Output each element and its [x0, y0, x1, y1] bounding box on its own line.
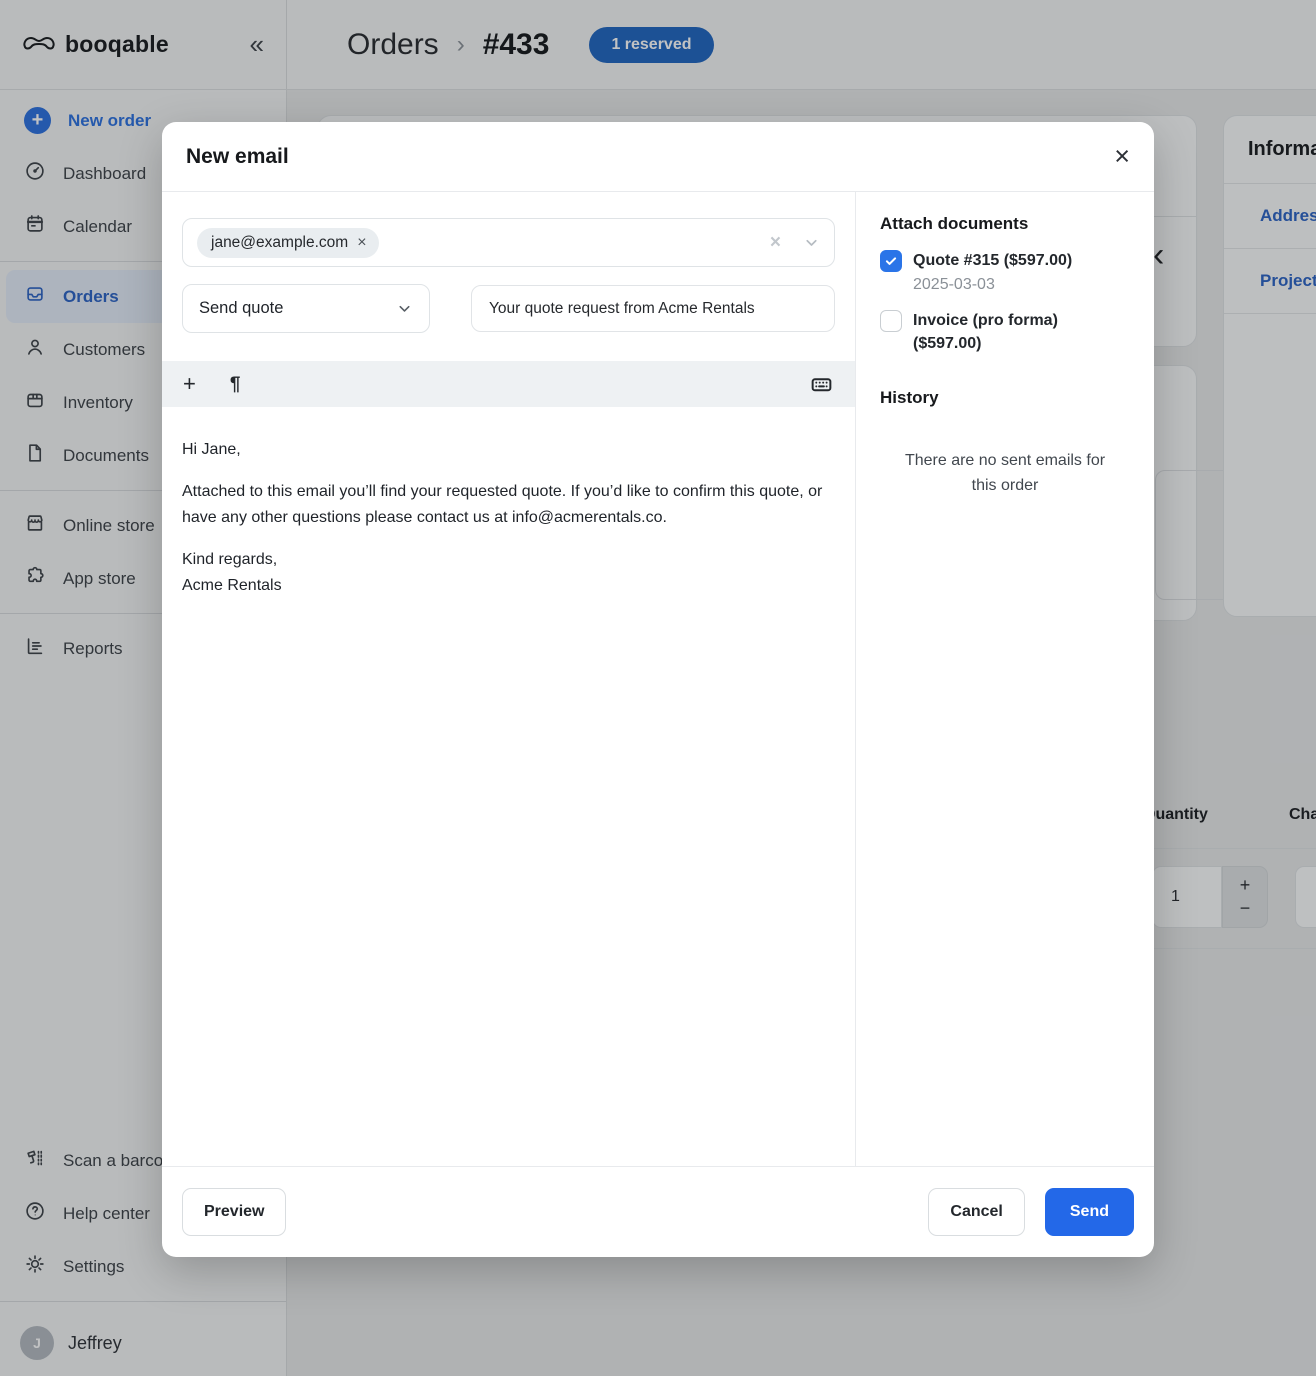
attach-document-label[interactable]: Quote #315 ($597.00): [913, 249, 1072, 272]
attach-document-date: 2025-03-03: [913, 276, 1130, 294]
body-signature: Acme Rentals: [182, 573, 835, 599]
paragraph-pilcrow-icon[interactable]: ¶: [230, 375, 241, 394]
template-select[interactable]: Send quote: [182, 284, 430, 333]
insert-plus-icon[interactable]: +: [183, 373, 196, 395]
editor-toolbar: + ¶: [162, 361, 855, 407]
chevron-down-icon: [396, 300, 413, 317]
email-compose-pane: jane@example.com × × Send quote Your quo…: [162, 192, 856, 1166]
attach-document-row: Quote #315 ($597.00): [880, 249, 1130, 272]
app-window: booqable « Orders › #433 1 reserved + Ne…: [0, 0, 1316, 1376]
email-body-editor[interactable]: Hi Jane, Attached to this email you’ll f…: [182, 407, 835, 629]
chevron-down-icon[interactable]: [803, 234, 820, 251]
modal-title: New email: [186, 145, 289, 169]
modal-header: New email ×: [162, 122, 1154, 192]
chip-remove-icon[interactable]: ×: [357, 234, 366, 252]
email-sidebar-pane: Attach documents Quote #315 ($597.00) 20…: [856, 192, 1154, 1166]
close-icon[interactable]: ×: [1114, 143, 1130, 170]
keyboard-icon[interactable]: [809, 372, 834, 397]
body-signoff: Kind regards,: [182, 547, 835, 573]
history-empty-message: There are no sent emails for this order: [898, 448, 1113, 499]
history-heading: History: [880, 388, 1130, 408]
preview-button[interactable]: Preview: [182, 1188, 286, 1236]
cancel-button[interactable]: Cancel: [928, 1188, 1024, 1236]
subject-input[interactable]: Your quote request from Acme Rentals: [471, 285, 835, 332]
invoice-checkbox[interactable]: [880, 310, 902, 332]
quote-checkbox[interactable]: [880, 250, 902, 272]
body-greeting: Hi Jane,: [182, 437, 835, 463]
attach-document-label[interactable]: Invoice (pro forma) ($597.00): [913, 309, 1130, 355]
new-email-modal: New email × jane@example.com × × Send qu…: [162, 122, 1154, 1257]
body-paragraph: Attached to this email you’ll find your …: [182, 479, 835, 531]
recipient-email: jane@example.com: [211, 234, 348, 252]
recipients-field[interactable]: jane@example.com × ×: [182, 218, 835, 267]
recipient-chip[interactable]: jane@example.com ×: [197, 228, 379, 258]
clear-recipients-icon[interactable]: ×: [770, 232, 781, 254]
attach-documents-heading: Attach documents: [880, 214, 1130, 234]
send-button[interactable]: Send: [1045, 1188, 1134, 1236]
modal-footer: Preview Cancel Send: [162, 1166, 1154, 1257]
attach-document-row: Invoice (pro forma) ($597.00): [880, 309, 1130, 355]
template-select-value: Send quote: [199, 299, 283, 318]
